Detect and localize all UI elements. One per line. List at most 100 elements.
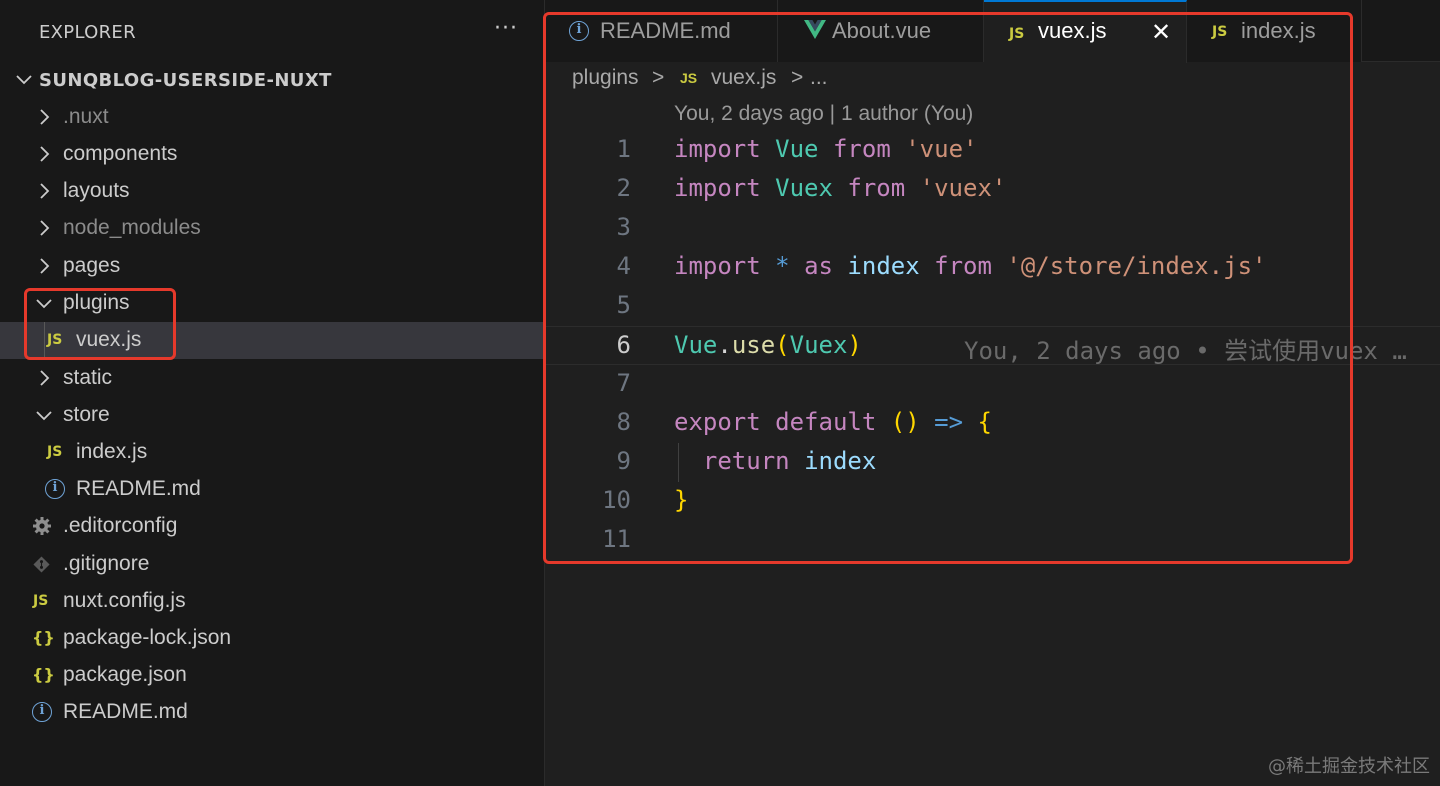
code-line: 8 export default () => { xyxy=(545,404,1440,443)
line-number: 7 xyxy=(616,369,631,397)
chevron-down-icon xyxy=(33,292,55,314)
code-line: 3 xyxy=(545,209,1440,248)
code-line: 2 import Vuex from 'vuex' xyxy=(545,170,1440,209)
tree-item-pages[interactable]: pages xyxy=(0,248,545,285)
line-number: 8 xyxy=(616,408,631,436)
code-line: 10 } xyxy=(545,482,1440,521)
code-line: 9 return index xyxy=(545,443,1440,482)
tree-item-label: nuxt.config.js xyxy=(63,589,186,612)
tree-item-store[interactable]: store xyxy=(0,397,545,434)
explorer-header: EXPLORER ··· xyxy=(0,0,545,64)
vscode-window: EXPLORER ··· SUNQBLOG-USERSIDE-NUXT .nux… xyxy=(0,0,1440,786)
chevron-right-icon xyxy=(33,367,55,389)
tree-item-label: package.json xyxy=(63,663,187,686)
breadcrumb-file[interactable]: vuex.js xyxy=(711,66,776,90)
tab-vuex-js[interactable]: JS vuex.js ✕ xyxy=(984,0,1187,63)
tree-item-label: static xyxy=(63,366,113,389)
breadcrumb-separator: > xyxy=(791,66,804,89)
code-line-current: 6 Vue.use(Vuex) You, 2 days ago • 尝试使用vu… xyxy=(545,326,1440,365)
explorer-title: EXPLORER xyxy=(39,22,136,43)
info-icon: i xyxy=(569,21,589,41)
code-token: use xyxy=(731,331,776,359)
project-name: SUNQBLOG-USERSIDE-NUXT xyxy=(39,70,332,91)
js-file-icon: JS xyxy=(1009,26,1025,42)
code-token: } xyxy=(674,486,689,514)
tree-item-plugins[interactable]: plugins xyxy=(0,285,545,322)
tree-item-gitignore[interactable]: .gitignore xyxy=(0,546,545,583)
tree-item-store-readme[interactable]: i README.md xyxy=(0,471,545,508)
indent-guide xyxy=(44,322,45,359)
tree-item-label: components xyxy=(63,142,178,165)
code-token: as xyxy=(804,252,833,280)
line-number: 5 xyxy=(616,291,631,319)
tree-item-static[interactable]: static xyxy=(0,360,545,397)
code-token: import xyxy=(674,135,761,163)
tree-item-editorconfig[interactable]: .editorconfig xyxy=(0,508,545,545)
line-number: 6 xyxy=(616,331,631,359)
tree-item-node-modules[interactable]: node_modules xyxy=(0,210,545,247)
line-number: 10 xyxy=(602,486,631,514)
breadcrumb-folder[interactable]: plugins xyxy=(572,66,639,90)
tab-readme[interactable]: i README.md xyxy=(545,0,778,62)
git-blame-header[interactable]: You, 2 days ago | 1 author (You) xyxy=(674,102,973,126)
code-token: '@/store/index.js' xyxy=(1006,252,1267,280)
code-token: return xyxy=(702,447,790,475)
close-icon[interactable]: ✕ xyxy=(1151,18,1171,46)
code-token: import xyxy=(674,252,761,280)
tab-index-js[interactable]: JS index.js xyxy=(1187,0,1362,62)
code-token: index xyxy=(847,252,920,280)
tree-item-components[interactable]: components xyxy=(0,136,545,173)
chevron-right-icon xyxy=(33,180,55,202)
tree-item-label: .nuxt xyxy=(63,105,109,128)
tree-item-layouts[interactable]: layouts xyxy=(0,173,545,210)
tab-label: index.js xyxy=(1241,18,1316,43)
tree-item-label: .editorconfig xyxy=(63,514,178,537)
tree-item-vuex-js[interactable]: JS vuex.js xyxy=(0,322,545,359)
chevron-right-icon xyxy=(33,143,55,165)
info-icon: i xyxy=(32,702,52,722)
code-token: from xyxy=(847,174,906,202)
code-line: 7 xyxy=(545,365,1440,404)
code-token: from xyxy=(934,252,992,280)
code-line: 5 xyxy=(545,287,1440,326)
tree-item-index-js[interactable]: JS index.js xyxy=(0,434,545,471)
tab-about-vue[interactable]: About.vue xyxy=(778,0,984,62)
tree-item-package-lock[interactable]: {} package-lock.json xyxy=(0,620,545,657)
line-number: 4 xyxy=(616,252,631,280)
js-file-icon: JS xyxy=(47,332,63,348)
tree-item-readme[interactable]: i README.md xyxy=(0,694,545,731)
code-token: Vue xyxy=(775,135,819,163)
explorer-sidebar: EXPLORER ··· SUNQBLOG-USERSIDE-NUXT .nux… xyxy=(0,0,545,786)
tree-item-label: pages xyxy=(63,254,121,277)
code-token: 'vue' xyxy=(905,135,978,163)
code-token: . xyxy=(717,331,732,359)
tree-item-package-json[interactable]: {} package.json xyxy=(0,657,545,694)
more-actions-icon[interactable]: ··· xyxy=(490,15,522,47)
tree-item-label: layouts xyxy=(63,179,130,202)
git-blame-inline: You, 2 days ago • 尝试使用vuex … xyxy=(964,337,1407,365)
json-file-icon: {} xyxy=(32,665,55,684)
code-token: Vue xyxy=(674,331,718,359)
tree-item-label: vuex.js xyxy=(76,328,142,351)
tree-item-nuxt[interactable]: .nuxt xyxy=(0,99,545,136)
chevron-right-icon xyxy=(33,255,55,277)
project-root[interactable]: SUNQBLOG-USERSIDE-NUXT xyxy=(0,62,545,98)
tree-item-label: package-lock.json xyxy=(63,626,232,649)
code-token: => xyxy=(934,408,964,436)
info-icon: i xyxy=(45,479,65,499)
code-line: 11 xyxy=(545,521,1440,560)
code-line: 1 import Vue from 'vue' xyxy=(545,131,1440,170)
vue-icon xyxy=(804,20,826,40)
js-file-icon: JS xyxy=(680,70,698,86)
tree-item-label: .gitignore xyxy=(63,552,150,575)
js-file-icon: JS xyxy=(1212,24,1228,40)
tab-bar: i README.md About.vue JS vuex.js ✕ JS in… xyxy=(545,0,1440,63)
code-token: Vuex xyxy=(775,174,833,202)
tree-item-label: README.md xyxy=(76,477,201,500)
tree-item-nuxt-config[interactable]: JS nuxt.config.js xyxy=(0,583,545,620)
line-number: 1 xyxy=(616,135,631,163)
breadcrumb-separator: > xyxy=(652,66,665,89)
code-token: index xyxy=(804,447,877,475)
code-line: 4 import * as index from '@/store/index.… xyxy=(545,248,1440,287)
breadcrumb-more[interactable]: ... xyxy=(810,66,828,90)
